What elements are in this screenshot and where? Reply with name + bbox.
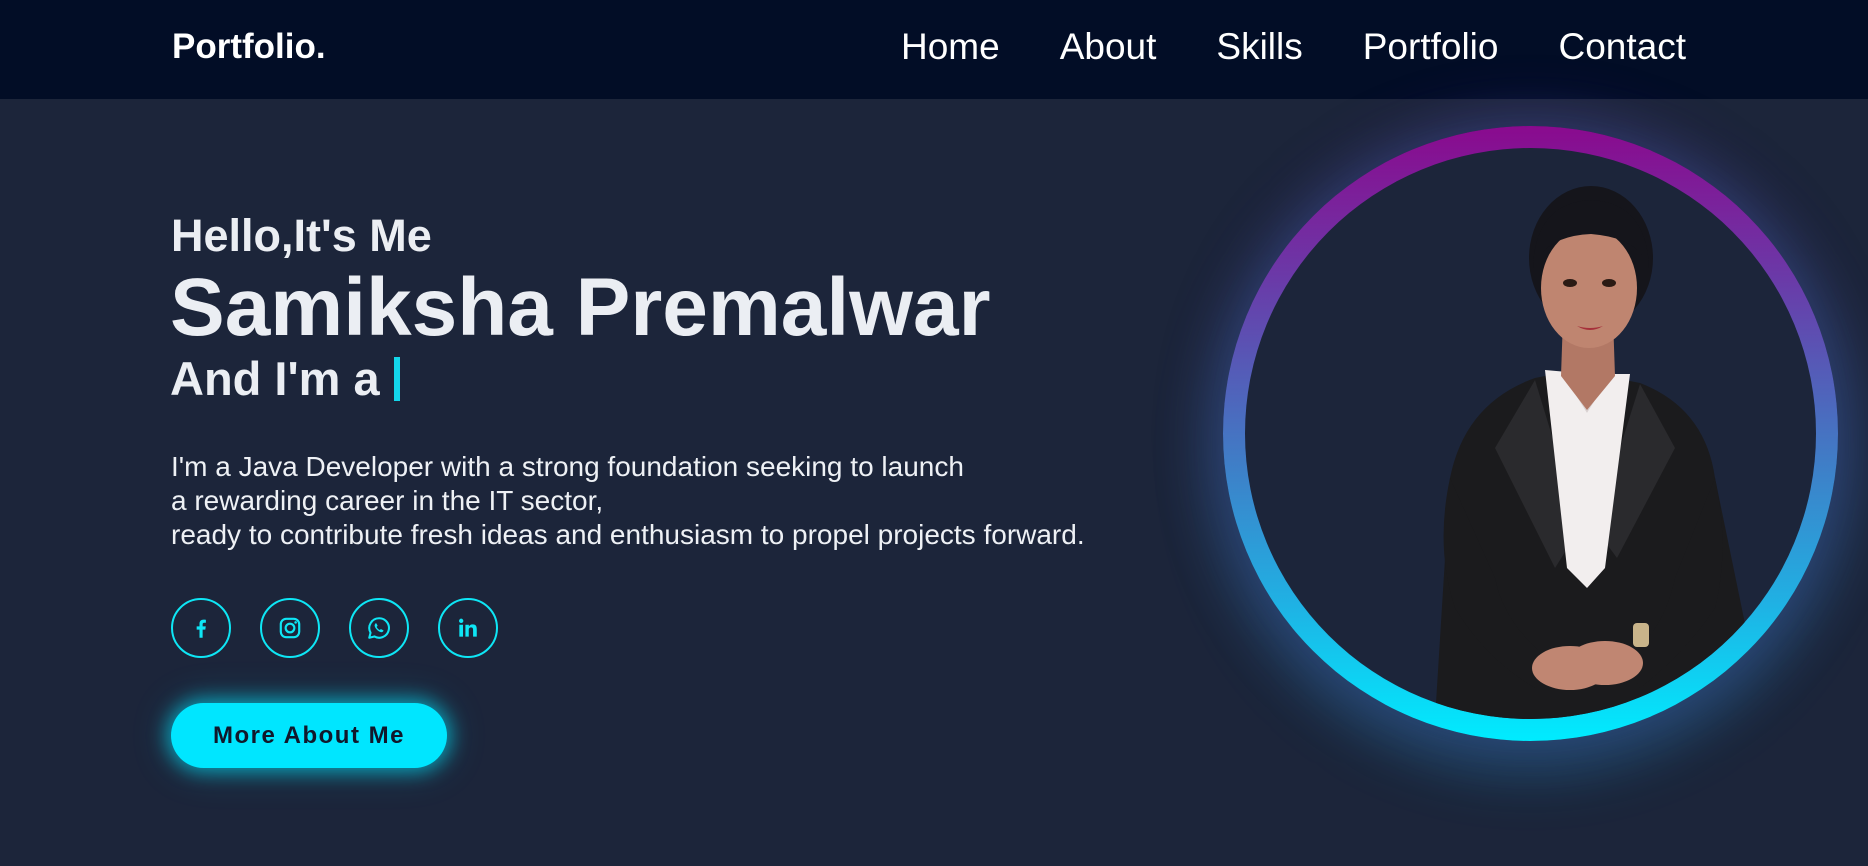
nav-link-about[interactable]: About [1060, 24, 1157, 70]
linkedin-link[interactable] [438, 598, 498, 658]
social-links [171, 598, 498, 658]
hero-description: I'm a Java Developer with a strong found… [171, 450, 1171, 552]
profile-photo [1245, 148, 1816, 719]
instagram-link[interactable] [260, 598, 320, 658]
more-about-me-button[interactable]: More About Me [171, 703, 447, 768]
hero-greeting: Hello,It's Me [171, 210, 432, 261]
nav-link-contact[interactable]: Contact [1558, 24, 1686, 70]
facebook-icon [196, 619, 206, 638]
nav-link-home[interactable]: Home [901, 24, 1000, 70]
description-line: a rewarding career in the IT sector, [171, 485, 604, 516]
typing-cursor [393, 357, 400, 401]
facebook-link[interactable] [171, 598, 231, 658]
linkedin-icon [459, 618, 477, 637]
person-illustration [1435, 186, 1750, 719]
nav-link-portfolio[interactable]: Portfolio [1363, 24, 1499, 70]
site-logo[interactable]: Portfolio. [172, 26, 326, 68]
description-line: ready to contribute fresh ideas and enth… [171, 519, 1085, 550]
hero-name: Samiksha Premalwar [170, 262, 991, 353]
description-line: I'm a Java Developer with a strong found… [171, 451, 964, 482]
instagram-icon [279, 617, 301, 639]
whatsapp-icon [368, 617, 390, 639]
hero-role-prefix: And I'm a [170, 352, 380, 405]
nav-link-skills[interactable]: Skills [1216, 24, 1302, 70]
nav-links: Home About Skills Portfolio Contact [901, 24, 1686, 70]
profile-photo-ring [1223, 126, 1838, 741]
navbar: Portfolio. Home About Skills Portfolio C… [0, 0, 1868, 99]
whatsapp-link[interactable] [349, 598, 409, 658]
hero-role: And I'm a [170, 352, 400, 406]
